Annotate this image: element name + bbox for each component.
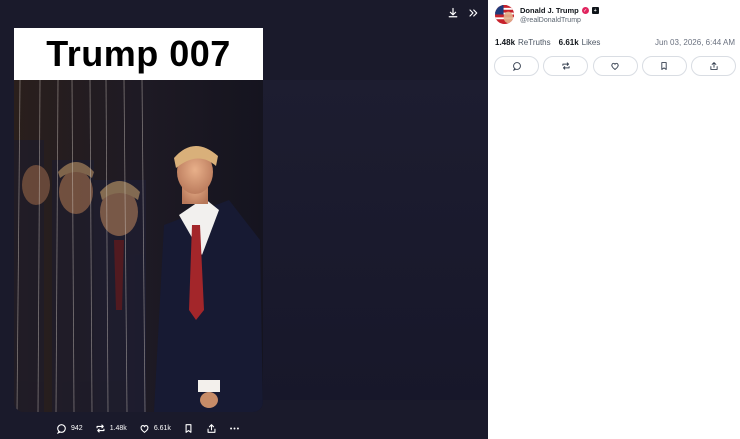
- retruth-count: 1.48k: [109, 425, 127, 432]
- retruth-icon: [96, 424, 105, 433]
- author-handle[interactable]: @realDonaldTrump: [520, 17, 581, 24]
- image-banner-text: Trump 007: [46, 33, 231, 74]
- retruth-button[interactable]: 1.48k: [95, 423, 127, 434]
- more-button[interactable]: [229, 423, 240, 434]
- share-icon: [207, 424, 216, 433]
- post-action-bar: 942 1.48k 6.61k: [0, 418, 488, 439]
- bookmark-icon: [661, 62, 667, 70]
- avatar[interactable]: [495, 5, 514, 24]
- bookmark-button[interactable]: [183, 423, 194, 434]
- background-blur: [262, 80, 488, 400]
- badge-icon: +: [591, 7, 599, 14]
- more-icon: [230, 427, 239, 430]
- reply-icon: [512, 62, 521, 71]
- like-count: 6.61k: [153, 425, 171, 432]
- bookmark-pill-button[interactable]: [641, 56, 687, 76]
- share-button[interactable]: [206, 423, 217, 434]
- retruths-label[interactable]: ReTruths: [518, 38, 551, 47]
- retruths-count[interactable]: 1.48k: [495, 38, 515, 47]
- verified-icon: ✓: [581, 7, 589, 14]
- collapse-button[interactable]: [464, 4, 482, 22]
- image-banner: Trump 007: [14, 28, 263, 80]
- reply-count: 942: [71, 425, 83, 432]
- flag-avatar-icon: [495, 5, 514, 24]
- collapse-icon: [469, 9, 478, 17]
- post-details-panel: Donald J. Trump ✓ + @realDonaldTrump 1.4…: [488, 0, 740, 439]
- heart-icon: [611, 62, 619, 71]
- post-action-buttons: [494, 56, 736, 76]
- post-timestamp: Jun 03, 2026, 6:44 AM: [654, 38, 735, 47]
- likes-label[interactable]: Likes: [582, 38, 601, 47]
- like-pill-button[interactable]: [592, 56, 638, 76]
- retruth-pill-button[interactable]: [543, 56, 589, 76]
- post-stats: 1.48k ReTruths 6.61k Likes Jun 03, 2026,…: [495, 38, 735, 47]
- like-button[interactable]: 6.61k: [139, 423, 171, 434]
- heart-icon: [140, 425, 149, 433]
- post-image[interactable]: Trump 007: [14, 28, 263, 412]
- media-viewer: Trump 007 942 1.48k 6.61k: [0, 0, 488, 439]
- reply-pill-button[interactable]: [494, 56, 539, 76]
- share-pill-button[interactable]: [691, 56, 736, 76]
- reply-button[interactable]: 942: [56, 423, 83, 434]
- bookmark-icon: [185, 424, 192, 433]
- author-name-row[interactable]: Donald J. Trump ✓ +: [520, 6, 599, 15]
- reply-icon: [56, 424, 66, 434]
- download-button[interactable]: [444, 4, 462, 22]
- likes-count[interactable]: 6.61k: [559, 38, 579, 47]
- author-name[interactable]: Donald J. Trump: [520, 6, 579, 15]
- download-icon: [448, 7, 458, 18]
- retruth-icon: [562, 62, 570, 70]
- share-icon: [709, 62, 718, 70]
- image-scene: [14, 80, 263, 412]
